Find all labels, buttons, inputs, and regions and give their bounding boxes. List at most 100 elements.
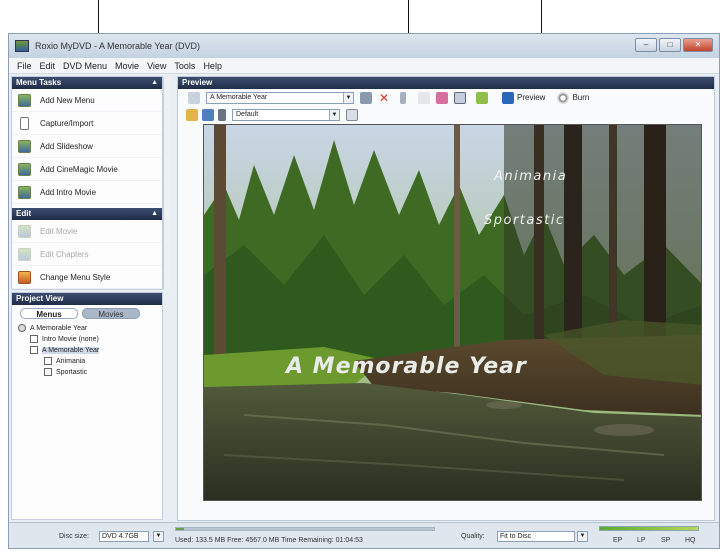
- preview-toolbar-bottom: Default ▼: [178, 107, 714, 122]
- quality-scale-hq: HQ: [685, 537, 696, 544]
- menu-view[interactable]: View: [147, 61, 166, 71]
- pointer-icon[interactable]: [400, 91, 406, 104]
- edit-title: Edit: [16, 209, 32, 218]
- quality-scale-sp: SP: [661, 537, 671, 544]
- tree-node-main-menu[interactable]: A Memorable Year: [30, 346, 100, 354]
- capture-icon: [20, 116, 29, 130]
- task-label: Add Intro Movie: [40, 187, 97, 197]
- minimize-button[interactable]: –: [635, 38, 657, 52]
- menu-file[interactable]: File: [17, 61, 32, 71]
- tab-movies[interactable]: Movies: [82, 308, 140, 319]
- intro-movie-icon: [18, 185, 31, 199]
- edit-header[interactable]: Edit ▲: [12, 208, 162, 220]
- tree-node-intro-movie[interactable]: Intro Movie (none): [30, 335, 99, 343]
- add-menu-icon: [18, 93, 31, 107]
- layout-icon[interactable]: [418, 91, 430, 104]
- add-slideshow-task[interactable]: Add Slideshow: [12, 135, 162, 158]
- tree-node-animania[interactable]: Animania: [44, 357, 85, 365]
- window-title: Roxio MyDVD - A Memorable Year (DVD): [35, 41, 201, 51]
- task-label: Add Slideshow: [40, 141, 93, 151]
- delete-icon[interactable]: ✕: [378, 92, 390, 104]
- menu-tools[interactable]: Tools: [174, 61, 195, 71]
- disc-size-value: DVD 4.7GB: [102, 533, 139, 540]
- tree-node-root[interactable]: A Memorable Year: [18, 324, 87, 332]
- preview-background-image: Animania Sportastic A Memorable Year: [204, 125, 701, 500]
- edit-movie-icon: [18, 224, 31, 238]
- burn-button[interactable]: Burn: [572, 93, 589, 102]
- tab-menus[interactable]: Menus: [20, 308, 78, 319]
- maximize-button[interactable]: □: [659, 38, 681, 52]
- quality-chevron-icon[interactable]: ▼: [577, 531, 588, 542]
- menu-icon: [30, 346, 38, 354]
- quality-scale-ep: EP: [613, 537, 623, 544]
- disc-size-dropdown[interactable]: DVD 4.7GB: [99, 531, 149, 542]
- quality-dropdown[interactable]: Fit to Disc: [497, 531, 575, 542]
- disc-size-chevron-icon[interactable]: ▼: [153, 531, 164, 542]
- tasks-scrollbar[interactable]: [163, 77, 171, 289]
- color-icon[interactable]: [436, 91, 448, 104]
- preview-title: Preview: [182, 78, 213, 87]
- grid-icon[interactable]: [454, 91, 466, 104]
- task-label: Add New Menu: [40, 95, 95, 105]
- burn-icon[interactable]: [557, 91, 570, 104]
- project-view-tabs: Menus Movies: [12, 305, 162, 322]
- menu-preview-stage: Animania Sportastic A Memorable Year: [203, 124, 702, 501]
- menu-movie[interactable]: Movie: [115, 61, 139, 71]
- menu-tasks-header[interactable]: Menu Tasks ▲: [12, 77, 162, 89]
- edit-chapters-icon: [18, 247, 31, 261]
- movie-icon: [44, 357, 52, 365]
- menu-edit[interactable]: Edit: [40, 61, 56, 71]
- collapse-arrow-icon[interactable]: ▲: [151, 77, 158, 89]
- tree-label: Sportastic: [56, 368, 88, 376]
- menu-select-dropdown[interactable]: A Memorable Year ▼: [206, 91, 354, 104]
- theme-select-dropdown[interactable]: Default ▼: [232, 108, 340, 121]
- quality-scale-lp: LP: [637, 537, 646, 544]
- project-view-title: Project View: [16, 294, 64, 303]
- menu-select-value: A Memorable Year: [210, 93, 268, 101]
- disc-icon: [18, 324, 26, 332]
- text-style-icon[interactable]: [360, 91, 372, 104]
- add-new-menu-task[interactable]: Add New Menu: [12, 89, 162, 112]
- status-bar: Disc size: DVD 4.7GB ▼ Used: 133.5 MB Fr…: [9, 522, 719, 548]
- preview-button[interactable]: Preview: [517, 93, 545, 102]
- task-label: Edit Chapters: [40, 249, 89, 259]
- add-cinemagic-movie-task[interactable]: Add CineMagic Movie: [12, 158, 162, 181]
- menu-help[interactable]: Help: [203, 61, 222, 71]
- quality-meter: [599, 526, 699, 531]
- close-button[interactable]: ✕: [683, 38, 713, 52]
- menu-style-icon: [18, 270, 31, 284]
- tree-label: Animania: [56, 357, 86, 365]
- add-intro-movie-task[interactable]: Add Intro Movie: [12, 181, 162, 204]
- edit-chapters-task[interactable]: Edit Chapters: [12, 243, 162, 266]
- capture-import-task[interactable]: Capture/Import: [12, 112, 162, 135]
- folder-icon[interactable]: [186, 108, 198, 121]
- animania-menu-button[interactable]: Animania: [493, 169, 567, 184]
- movie-icon: [30, 335, 38, 343]
- quality-value: Fit to Disc: [500, 533, 532, 540]
- disc-usage-fill: [176, 528, 184, 530]
- app-window: Roxio MyDVD - A Memorable Year (DVD) – □…: [8, 33, 720, 549]
- properties-icon[interactable]: [346, 108, 358, 121]
- collapse-arrow-icon[interactable]: ▲: [151, 208, 158, 220]
- app-icon: [15, 40, 29, 52]
- edit-movie-task[interactable]: Edit Movie: [12, 220, 162, 243]
- tree-label: A Memorable Year: [30, 324, 88, 332]
- disc-usage-text: Used: 133.5 MB Free: 4567.0 MB Time Rema…: [175, 537, 363, 544]
- tree-node-sportastic[interactable]: Sportastic: [44, 368, 87, 376]
- project-view-panel: Project View Menus Movies A Memorable Ye…: [11, 292, 163, 520]
- preview-icon[interactable]: [502, 91, 514, 104]
- sportastic-menu-button[interactable]: Sportastic: [484, 213, 565, 228]
- menu-dvd-menu[interactable]: DVD Menu: [63, 61, 107, 71]
- tree-label: Intro Movie (none): [42, 335, 99, 343]
- chevron-down-icon: ▼: [329, 109, 339, 120]
- task-label: Change Menu Style: [40, 272, 111, 282]
- speaker-icon[interactable]: [218, 108, 226, 121]
- menu-bar: File Edit DVD Menu Movie View Tools Help: [9, 58, 719, 74]
- preview-toolbar-top: A Memorable Year ▼ ✕ Preview Burn: [178, 89, 714, 106]
- menu-tasks-panel: Menu Tasks ▲ Add New Menu Capture/Import…: [11, 76, 171, 290]
- person-icon[interactable]: [202, 108, 214, 121]
- menu-title-text[interactable]: A Memorable Year: [284, 354, 527, 379]
- change-menu-style-task[interactable]: Change Menu Style: [12, 266, 162, 289]
- theme-select-value: Default: [236, 110, 259, 118]
- background-icon[interactable]: [476, 91, 488, 104]
